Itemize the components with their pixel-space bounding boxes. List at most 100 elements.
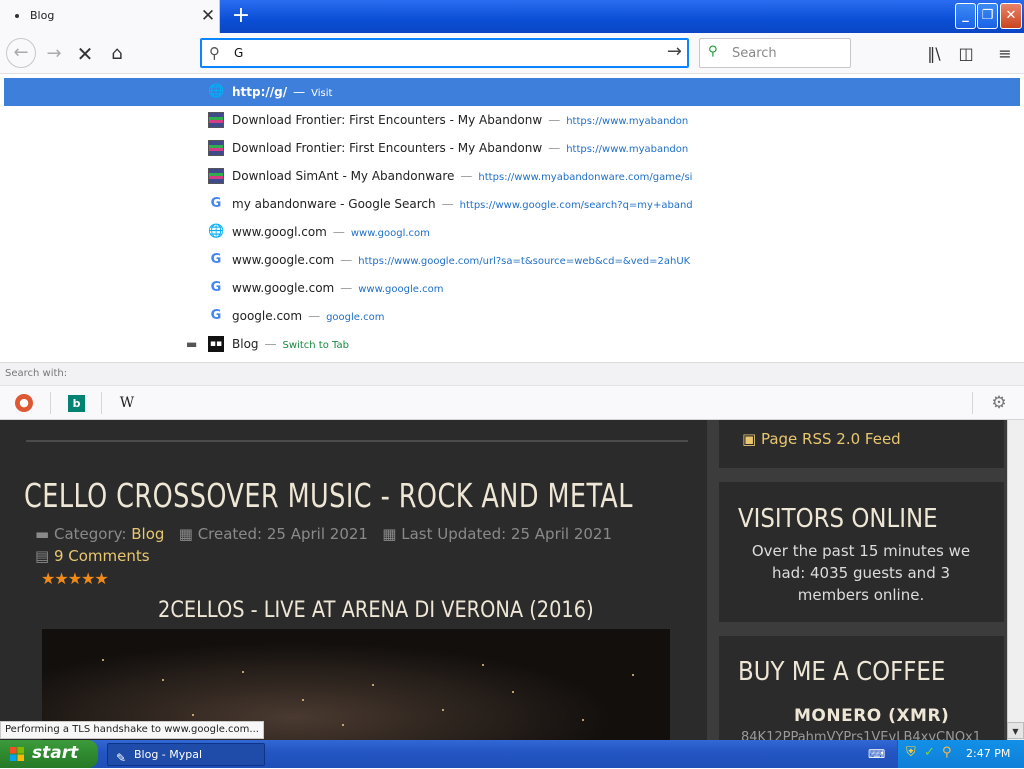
coffee-title: BUY ME A COFFEE	[738, 657, 946, 687]
abandonware-favicon	[208, 112, 224, 128]
gear-icon[interactable]: ⚙	[988, 392, 1010, 414]
item-title: Download Frontier: First Encounters - My…	[232, 141, 543, 155]
start-button[interactable]: start	[0, 740, 98, 768]
status-bar: Performing a TLS handshake to www.google…	[0, 721, 264, 739]
globe-icon: 🌐	[208, 224, 225, 239]
item-separator: —	[441, 197, 454, 211]
dropdown-item[interactable]: G www.google.com — https://www.google.com/…	[4, 246, 1020, 274]
blog-favicon: ▪▪	[208, 336, 224, 352]
dropdown-item[interactable]: 🌐 www.googl.com — www.googl.com	[4, 218, 1020, 246]
wikipedia-icon[interactable]: W	[116, 392, 138, 414]
taskbar-item-mypal[interactable]: ✎ Blog - Mypal	[107, 743, 265, 766]
dropdown-item[interactable]: Download Frontier: First Encounters - My…	[4, 134, 1020, 162]
forward-button[interactable]: →	[40, 40, 68, 68]
created-date: Created: 25 April 2021	[197, 525, 368, 543]
tab-close-icon[interactable]: ✕	[198, 4, 218, 28]
item-url: https://www.myabandonware.com/game/si	[478, 172, 693, 183]
dropdown-item[interactable]: 🌐 http://g/ — Visit	[4, 78, 1020, 106]
visitors-title: VISITORS ONLINE	[738, 504, 938, 534]
new-tab-button[interactable]: +	[227, 3, 255, 29]
switch-to-tab-label: Switch to Tab	[282, 340, 349, 351]
article-meta: ▬ Category: Blog ▦ Created: 25 April 202…	[35, 525, 612, 543]
item-title: http://g/	[232, 85, 288, 99]
item-title: Download Frontier: First Encounters - My…	[232, 113, 543, 127]
page-scrollbar[interactable]	[1007, 420, 1024, 740]
item-separator: —	[293, 85, 306, 99]
calendar-icon: ▦	[178, 525, 193, 543]
restore-button[interactable]: ❐	[977, 3, 998, 29]
search-icon: ⚲	[209, 44, 220, 62]
dropdown-item[interactable]: G google.com — google.com	[4, 302, 1020, 330]
item-title: Download SimAnt - My Abandonware	[232, 169, 455, 183]
rating-stars[interactable]: ★★★★★	[41, 569, 109, 588]
security-shield-icon[interactable]: ⛨	[906, 745, 916, 760]
item-url: https://www.google.com/url?sa=t&source=w…	[358, 256, 691, 267]
dropdown-item[interactable]: G www.google.com — www.google.com	[4, 274, 1020, 302]
dropdown-item[interactable]: G my abandonware - Google Search — https:/…	[4, 190, 1020, 218]
item-title: www.google.com	[232, 281, 335, 295]
url-input-value[interactable]: G	[234, 46, 243, 60]
search-engine-icon: ⚲	[708, 44, 718, 59]
start-label: start	[32, 743, 79, 763]
comments-meta: ▤ 9 Comments	[35, 547, 150, 565]
abandonware-favicon	[208, 168, 224, 184]
visitors-text: Over the past 15 minutes we had: 4035 gu…	[751, 542, 971, 604]
item-separator: —	[548, 113, 561, 127]
rss-label: Page RSS 2.0 Feed	[760, 430, 901, 448]
tab-favicon	[15, 14, 19, 18]
keyboard-icon[interactable]: ⌨	[868, 747, 885, 761]
library-icon[interactable]: ‖\	[923, 43, 945, 65]
item-title: www.googl.com	[232, 225, 327, 239]
network-icon[interactable]: ✓	[924, 745, 935, 760]
item-title: my abandonware - Google Search	[232, 197, 436, 211]
hamburger-menu-icon[interactable]: ≡	[994, 43, 1016, 65]
item-url: www.googl.com	[350, 228, 430, 239]
url-bar[interactable]: ⚲ G →	[200, 38, 689, 68]
search-engines-bar: ● b W ⚙	[0, 386, 1024, 420]
home-button[interactable]: ⌂	[103, 40, 131, 68]
search-placeholder: Search	[732, 46, 777, 61]
google-icon: G	[210, 196, 222, 211]
category-link[interactable]: Blog	[131, 525, 164, 543]
item-separator: —	[340, 281, 353, 295]
item-separator: —	[308, 309, 321, 323]
dropdown-item[interactable]: Download Frontier: First Encounters - My…	[4, 106, 1020, 134]
item-separator: —	[264, 337, 277, 351]
minimize-button[interactable]: _	[955, 3, 976, 29]
taskbar-item-label: Blog - Mypal	[134, 748, 203, 761]
back-button[interactable]: ←	[6, 38, 36, 68]
duckduckgo-icon[interactable]: ●	[15, 394, 33, 412]
item-url: Visit	[311, 88, 333, 99]
comments-link[interactable]: 9 Comments	[54, 547, 150, 565]
item-title: google.com	[232, 309, 303, 323]
item-title: www.google.com	[232, 253, 335, 267]
mypal-app-icon: ✎	[116, 751, 127, 765]
video-title: 2CELLOS - LIVE AT ARENA DI VERONA (2016)	[158, 598, 594, 623]
search-tray-icon[interactable]: ⚲	[942, 745, 952, 760]
search-with-label: Search with:	[5, 368, 68, 379]
stop-loading-button[interactable]: ✕	[71, 40, 99, 68]
google-icon: G	[210, 280, 222, 295]
globe-icon: 🌐	[208, 84, 225, 99]
item-url: https://www.myabandon	[566, 144, 689, 155]
updated-date: Last Updated: 25 April 2021	[401, 525, 613, 543]
dropdown-item[interactable]: ▬ ▪▪ Blog — Switch to Tab	[4, 330, 1020, 358]
dropdown-item[interactable]: Download SimAnt - My Abandonware — https:/…	[4, 162, 1020, 190]
search-input[interactable]: ⚲ Search	[699, 38, 851, 68]
tab-blog[interactable]: Blog ✕	[0, 0, 220, 33]
category-label: Category:	[53, 525, 127, 543]
sidebar-icon[interactable]: ◫	[955, 43, 977, 65]
windows-flag-icon	[10, 747, 24, 761]
rss-link[interactable]: ▣ Page RSS 2.0 Feed	[742, 430, 901, 448]
close-window-button[interactable]: ✕	[1000, 3, 1022, 29]
monero-label: MONERO (XMR)	[794, 706, 950, 726]
item-url: https://www.myabandon	[566, 116, 689, 127]
item-separator: —	[340, 253, 353, 267]
go-arrow-icon[interactable]: →	[667, 41, 682, 62]
clock: 2:47 PM	[966, 747, 1011, 760]
item-title: Blog	[232, 337, 259, 351]
abandonware-favicon	[208, 140, 224, 156]
item-url: www.google.com	[358, 284, 444, 295]
bing-icon[interactable]: b	[68, 395, 85, 412]
scroll-down-arrow-icon[interactable]: ▼	[1007, 722, 1024, 739]
